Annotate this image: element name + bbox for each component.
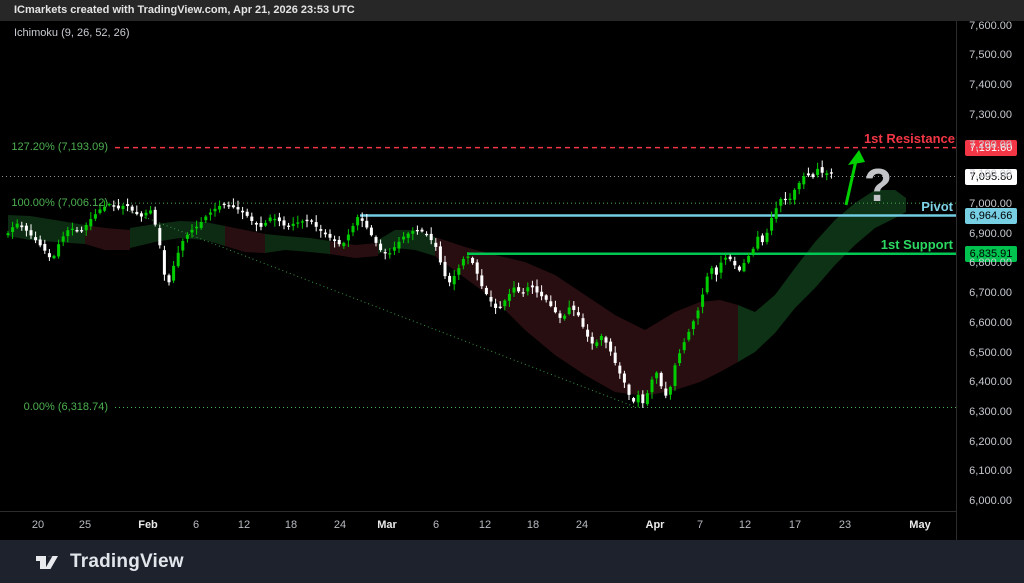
y-axis-tick: 7,100.00: [969, 168, 1012, 180]
y-axis-tick: 7,500.00: [969, 49, 1012, 61]
x-axis-tick: 12: [479, 519, 491, 531]
fib-0-label: 0.00% (6,318.74): [24, 401, 108, 413]
fib-100-label: 100.00% (7,006.12): [11, 197, 108, 209]
attribution-text: ICmarkets created with TradingView.com, …: [14, 4, 355, 16]
x-axis-tick: 17: [789, 519, 801, 531]
y-axis-tick: 7,200.00: [969, 139, 1012, 151]
pivot-label: Pivot: [921, 199, 953, 214]
x-axis-tick: 18: [527, 519, 539, 531]
price-axis[interactable]: 7,191.60 7,095.80 6,964.66 6,835.91 7,60…: [956, 21, 1024, 540]
up-arrow-head: [848, 150, 865, 165]
price-chart-canvas[interactable]: [0, 0, 1024, 583]
y-axis-tick: 6,500.00: [969, 347, 1012, 359]
y-axis-tick: 7,300.00: [969, 109, 1012, 121]
x-axis-tick: 7: [697, 519, 703, 531]
y-axis-tick: 7,000.00: [969, 198, 1012, 210]
x-axis-tick: 6: [433, 519, 439, 531]
x-axis-tick: 6: [193, 519, 199, 531]
y-axis-tick: 6,900.00: [969, 228, 1012, 240]
question-mark-annotation: ?: [864, 158, 892, 212]
y-axis-tick: 7,600.00: [969, 20, 1012, 32]
y-axis-tick: 6,300.00: [969, 406, 1012, 418]
x-axis-tick: 25: [79, 519, 91, 531]
x-axis-tick: 23: [839, 519, 851, 531]
y-axis-tick: 7,400.00: [969, 79, 1012, 91]
x-axis-tick: 24: [576, 519, 588, 531]
indicator-label[interactable]: Ichimoku (9, 26, 52, 26): [14, 27, 130, 39]
y-axis-tick: 6,400.00: [969, 376, 1012, 388]
first-support-label: 1st Support: [881, 237, 953, 252]
x-axis-tick: Feb: [138, 519, 158, 531]
x-axis-tick: May: [909, 519, 930, 531]
x-axis-tick: 24: [334, 519, 346, 531]
x-axis-tick: 20: [32, 519, 44, 531]
x-axis-tick: 12: [238, 519, 250, 531]
y-axis-tick: 6,200.00: [969, 436, 1012, 448]
x-axis-tick: Apr: [646, 519, 665, 531]
attribution-bar: ICmarkets created with TradingView.com, …: [0, 0, 1024, 21]
fib-127-label: 127.20% (7,193.09): [11, 141, 108, 153]
y-axis-tick: 6,700.00: [969, 287, 1012, 299]
y-axis-tick: 6,000.00: [969, 495, 1012, 507]
first-resistance-label: 1st Resistance: [864, 131, 955, 146]
x-axis-tick: 18: [285, 519, 297, 531]
x-axis-tick: Mar: [377, 519, 397, 531]
x-axis-tick: 12: [739, 519, 751, 531]
tradingview-brand-text[interactable]: TradingView: [70, 551, 184, 573]
y-axis-tick: 6,800.00: [969, 257, 1012, 269]
time-axis[interactable]: 20 25 Feb 6 12 18 24 Mar 6 12 18 24 Apr 7 12 17 23 May: [0, 511, 956, 540]
y-axis-tick: 6,100.00: [969, 465, 1012, 477]
y-axis-tick: 6,600.00: [969, 317, 1012, 329]
tradingview-logo-icon[interactable]: [34, 550, 60, 574]
footer-bar: TradingView: [0, 540, 1024, 583]
